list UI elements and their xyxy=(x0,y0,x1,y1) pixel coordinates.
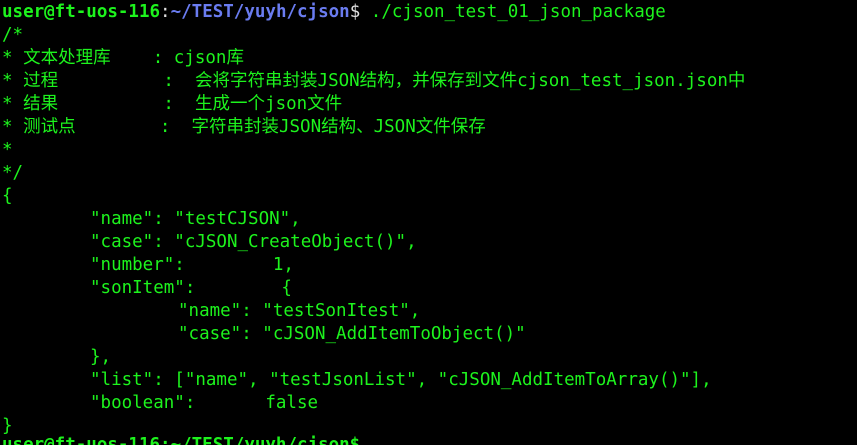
next-prompt-partial: user@ft-uos-116:~/TEST/yuyh/cjson$ xyxy=(2,435,361,445)
comment-line: * xyxy=(2,140,13,160)
terminal-window[interactable]: user@ft-uos-116:~/TEST/yuyh/cjson$ ./cjs… xyxy=(0,0,857,445)
json-boolean-key: "boolean": xyxy=(90,393,196,413)
comment-line: /* xyxy=(2,25,24,45)
comment-line: * 结果 : 生成一个json文件 xyxy=(2,94,343,114)
json-line-sonitem-close: }, xyxy=(2,346,857,369)
json-line-sonitem: "sonItem": { xyxy=(2,277,857,300)
json-line-boolean: "boolean": false xyxy=(2,392,857,415)
prompt-user-host: user@ft-uos-116 xyxy=(2,2,161,22)
json-sonitem-open: { xyxy=(281,278,292,298)
json-line-number: "number": 1, xyxy=(2,254,857,277)
comment-line: * 测试点 : 字符串封装JSON结构、JSON文件保存 xyxy=(2,117,486,137)
json-son-name-text: "name": "testSonItest", xyxy=(178,301,421,321)
json-sonitem-key: "sonItem": xyxy=(90,278,196,298)
command-text: ./cjson_test_01_json_package xyxy=(360,2,666,22)
json-number-value: 1, xyxy=(272,255,294,275)
comment-line: */ xyxy=(2,163,24,183)
json-open-brace: { xyxy=(2,186,13,206)
json-line-list: "list": ["name", "testJsonList", "cJSON_… xyxy=(2,369,857,392)
json-name-text: "name": "testCJSON", xyxy=(90,209,301,229)
comment-line: * 过程 : 会将字符串封装JSON结构，并保存到文件cjson_test_js… xyxy=(2,71,746,91)
json-case-text: "case": "cJSON_CreateObject()", xyxy=(90,232,417,252)
json-list-text: "list": ["name", "testJsonList", "cJSON_… xyxy=(90,370,712,390)
command-line: user@ft-uos-116:~/TEST/yuyh/cjson$ ./cjs… xyxy=(2,1,857,24)
json-sonitem-close: }, xyxy=(90,347,112,367)
json-son-case-text: "case": "cJSON_AddItemToObject()" xyxy=(178,324,526,344)
json-line-son-name: "name": "testSonItest", xyxy=(2,300,857,323)
comment-line: * 文本处理库 : cjson库 xyxy=(2,48,244,68)
prompt-colon: : xyxy=(160,2,171,22)
json-boolean-value: false xyxy=(265,393,319,413)
json-number-key: "number": xyxy=(90,255,185,275)
json-line-case: "case": "cJSON_CreateObject()", xyxy=(2,231,857,254)
json-line-name: "name": "testCJSON", xyxy=(2,208,857,231)
json-line-son-case: "case": "cJSON_AddItemToObject()" xyxy=(2,323,857,346)
prompt-dollar: $ xyxy=(349,2,361,22)
prompt-path: ~/TEST/yuyh/cjson xyxy=(170,2,350,22)
